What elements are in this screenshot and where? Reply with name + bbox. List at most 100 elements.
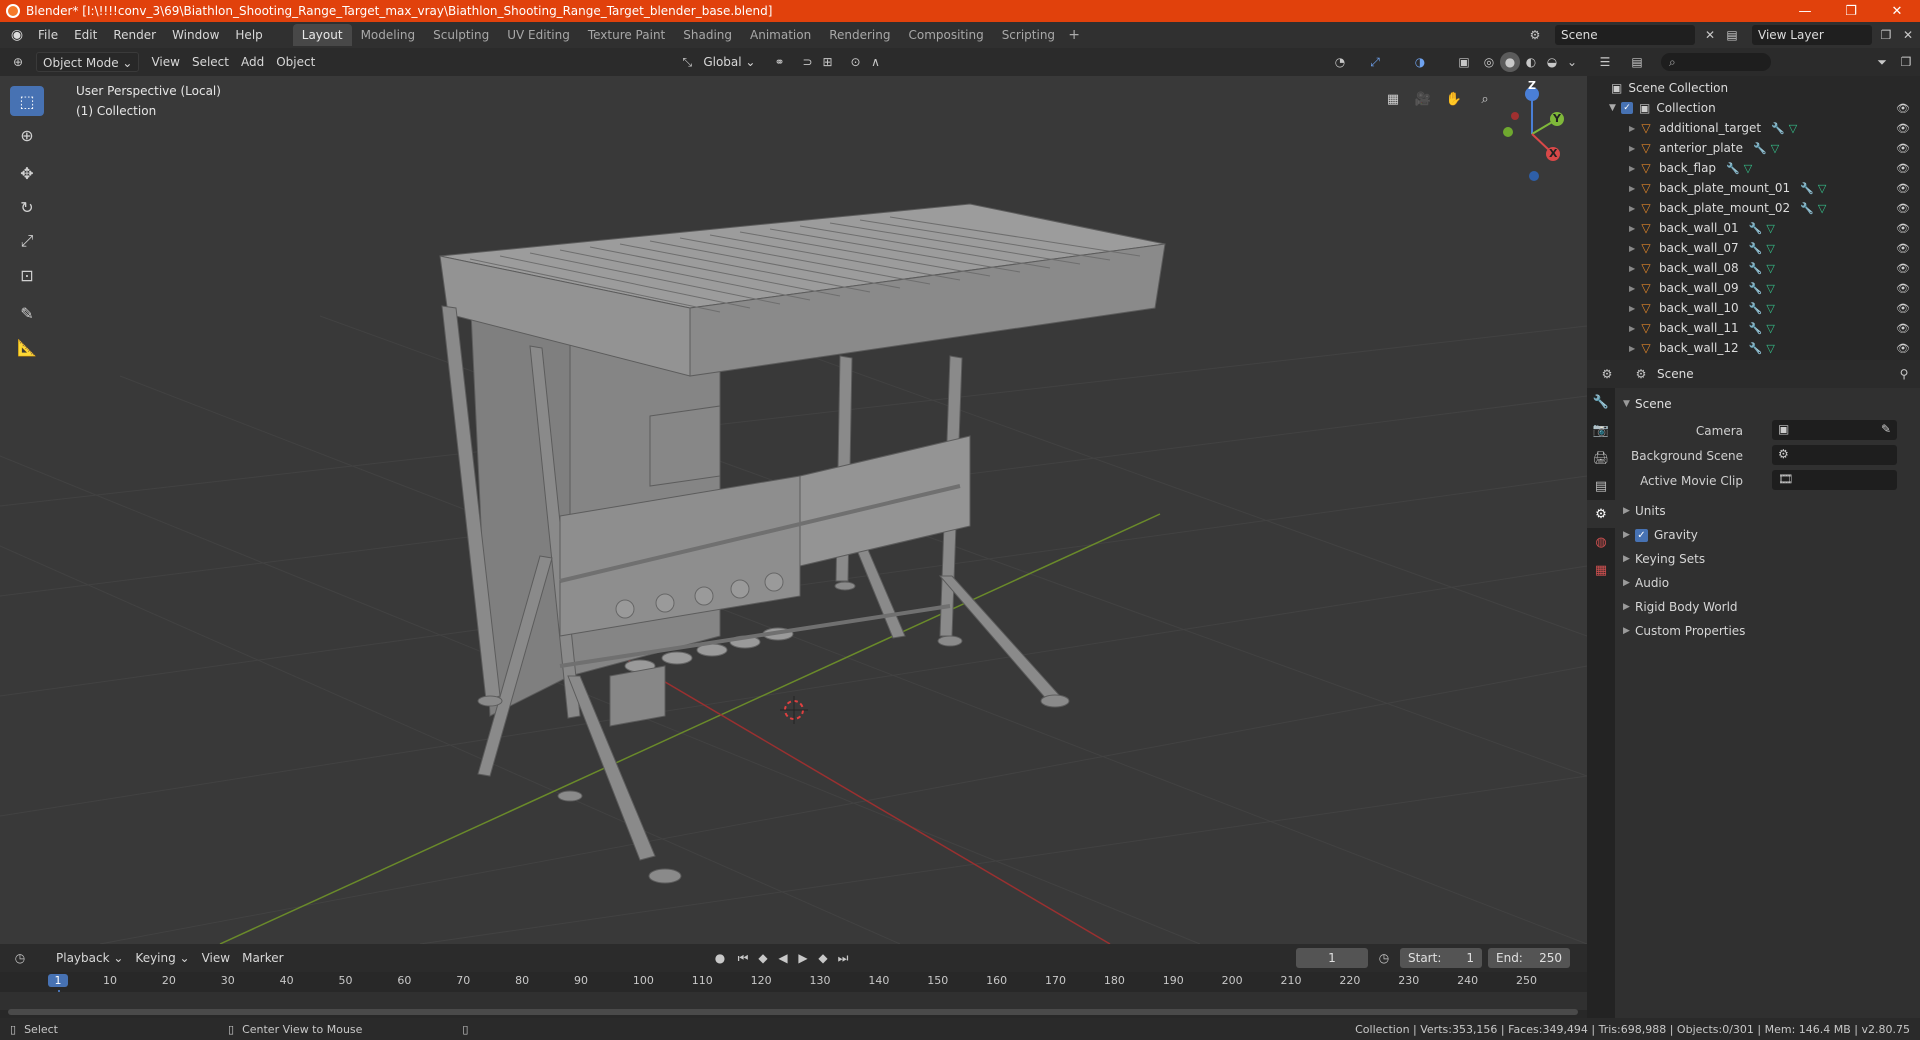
zoom-icon[interactable]: ⌕ bbox=[1472, 86, 1498, 112]
preview-range-icon[interactable]: ◷ bbox=[1374, 948, 1394, 968]
close-icon[interactable]: ✕ bbox=[1898, 25, 1918, 45]
play-icon[interactable]: ▶ bbox=[793, 948, 813, 968]
eye-icon[interactable]: 👁 bbox=[1896, 322, 1910, 335]
outliner-object-row[interactable]: ▶ ▽ anterior_plate 🔧 ▽ 👁 bbox=[1587, 138, 1920, 158]
expand-arrow-icon[interactable]: ▼ bbox=[1609, 103, 1621, 113]
view-layer-tab-icon[interactable]: ▤ bbox=[1587, 472, 1615, 500]
mesh-data-icon[interactable]: ▽ bbox=[1766, 222, 1774, 235]
modifier-wrench-icon[interactable]: 🔧 bbox=[1749, 342, 1763, 355]
menu-help[interactable]: Help bbox=[227, 24, 270, 46]
prev-keyframe-icon[interactable]: ◆ bbox=[753, 948, 773, 968]
expand-arrow-icon[interactable]: ▶ bbox=[1629, 344, 1639, 353]
menu-render[interactable]: Render bbox=[105, 24, 164, 46]
start-frame-field[interactable]: Start: 1 bbox=[1400, 948, 1482, 968]
jump-start-icon[interactable]: ⏮ bbox=[733, 948, 753, 968]
pin-icon[interactable]: ⚲ bbox=[1894, 364, 1914, 384]
expand-arrow-icon[interactable]: ▶ bbox=[1629, 164, 1639, 173]
eye-icon[interactable]: 👁 bbox=[1896, 282, 1910, 295]
expand-arrow-icon[interactable]: ▶ bbox=[1629, 184, 1639, 193]
modifier-wrench-icon[interactable]: 🔧 bbox=[1726, 162, 1740, 175]
mesh-data-icon[interactable]: ▽ bbox=[1766, 302, 1774, 315]
shading-options-icon[interactable]: ⌄ bbox=[1562, 52, 1582, 72]
3d-viewport[interactable]: User Perspective (Local) (1) Collection … bbox=[0, 76, 1587, 944]
menu-window[interactable]: Window bbox=[164, 24, 227, 46]
tab-rendering[interactable]: Rendering bbox=[820, 24, 899, 46]
grid-view-icon[interactable]: ▦ bbox=[1380, 86, 1406, 112]
outliner-object-row[interactable]: ▶ ▽ back_wall_07 🔧 ▽ 👁 bbox=[1587, 238, 1920, 258]
transform-tool-icon[interactable]: ⊡ bbox=[10, 260, 44, 290]
outliner-object-row[interactable]: ▶ ▽ back_wall_09 🔧 ▽ 👁 bbox=[1587, 278, 1920, 298]
tab-animation[interactable]: Animation bbox=[741, 24, 820, 46]
select-box-tool-icon[interactable]: ⬚ bbox=[10, 86, 44, 116]
mesh-data-icon[interactable]: ▽ bbox=[1766, 262, 1774, 275]
custom-properties-panel[interactable]: ▶ Custom Properties bbox=[1623, 620, 1913, 642]
object-mode-dropdown[interactable]: Object Mode ⌄ bbox=[36, 52, 140, 72]
eyedropper-icon[interactable]: ✎ bbox=[1881, 422, 1891, 436]
eye-icon[interactable]: 👁 bbox=[1896, 162, 1910, 175]
menu-object[interactable]: Object bbox=[270, 52, 321, 72]
modifier-wrench-icon[interactable]: 🔧 bbox=[1749, 302, 1763, 315]
overlay-toggle-icon[interactable]: ◑ bbox=[1410, 52, 1430, 72]
minimize-button[interactable]: — bbox=[1782, 0, 1828, 22]
marker-menu[interactable]: Marker bbox=[236, 948, 289, 968]
world-tab-icon[interactable]: ◍ bbox=[1587, 528, 1615, 556]
modifier-wrench-icon[interactable]: 🔧 bbox=[1749, 242, 1763, 255]
new-collection-icon[interactable]: ❐ bbox=[1896, 52, 1916, 72]
mesh-data-icon[interactable]: ▽ bbox=[1766, 342, 1774, 355]
blender-logo-icon[interactable]: ◉ bbox=[4, 22, 30, 48]
timeline-track[interactable] bbox=[0, 992, 1587, 1010]
expand-arrow-icon[interactable]: ▶ bbox=[1629, 124, 1639, 133]
tab-scripting[interactable]: Scripting bbox=[993, 24, 1064, 46]
eye-icon[interactable]: 👁 bbox=[1896, 342, 1910, 355]
timeline-editor-icon[interactable]: ◷ bbox=[10, 948, 30, 968]
display-mode-icon[interactable]: ▤ bbox=[1627, 52, 1647, 72]
navigation-gizmo[interactable] bbox=[1503, 87, 1564, 181]
visibility-icon[interactable]: ◔ bbox=[1330, 52, 1350, 72]
jump-end-icon[interactable]: ⏭ bbox=[833, 948, 853, 968]
playback-menu[interactable]: Playback ⌄ bbox=[50, 948, 129, 968]
tab-uv-editing[interactable]: UV Editing bbox=[498, 24, 579, 46]
audio-panel[interactable]: ▶ Audio bbox=[1623, 572, 1913, 594]
mesh-data-icon[interactable]: ▽ bbox=[1771, 142, 1779, 155]
active-movie-clip-field[interactable]: 🎞 bbox=[1772, 470, 1897, 490]
camera-view-icon[interactable]: 🎥 bbox=[1410, 86, 1436, 112]
units-panel[interactable]: ▶ Units bbox=[1623, 500, 1913, 522]
move-tool-icon[interactable]: ✥ bbox=[10, 158, 44, 188]
mesh-data-icon[interactable]: ▽ bbox=[1744, 162, 1752, 175]
scene-selector[interactable]: Scene bbox=[1555, 25, 1695, 45]
outliner-object-row[interactable]: ▶ ▽ back_plate_mount_01 🔧 ▽ 👁 bbox=[1587, 178, 1920, 198]
pivot-point-icon[interactable]: ⚭ bbox=[769, 52, 789, 72]
modifier-wrench-icon[interactable]: 🔧 bbox=[1749, 282, 1763, 295]
filter-icon[interactable]: ⏷ bbox=[1872, 52, 1892, 72]
close-icon[interactable]: ✕ bbox=[1700, 25, 1720, 45]
eye-icon[interactable]: 👁 bbox=[1896, 122, 1910, 135]
menu-view[interactable]: View bbox=[145, 52, 185, 72]
annotate-tool-icon[interactable]: ✎ bbox=[10, 298, 44, 328]
scene-tab-icon[interactable]: ⚙ bbox=[1587, 500, 1615, 528]
expand-arrow-icon[interactable]: ▶ bbox=[1629, 304, 1639, 313]
pan-hand-icon[interactable]: ✋ bbox=[1441, 86, 1467, 112]
outliner-object-row[interactable]: ▶ ▽ back_wall_10 🔧 ▽ 👁 bbox=[1587, 298, 1920, 318]
rendered-shading-icon[interactable]: ◒ bbox=[1542, 52, 1562, 72]
outliner-object-row[interactable]: ▶ ▽ back_wall_12 🔧 ▽ 👁 bbox=[1587, 338, 1920, 358]
wireframe-shading-icon[interactable]: ◎ bbox=[1479, 52, 1499, 72]
view-layer-selector[interactable]: View Layer bbox=[1752, 25, 1872, 45]
checkbox-icon[interactable]: ✓ bbox=[1621, 102, 1633, 114]
falloff-icon[interactable]: ∧ bbox=[865, 52, 885, 72]
eye-icon[interactable]: 👁 bbox=[1896, 142, 1910, 155]
tab-texture-paint[interactable]: Texture Paint bbox=[579, 24, 674, 46]
timeline-view-menu[interactable]: View bbox=[196, 948, 236, 968]
render-tab-icon[interactable]: 📷 bbox=[1587, 416, 1615, 444]
properties-editor-icon[interactable]: ⚙ bbox=[1597, 364, 1617, 384]
eye-icon[interactable]: 👁 bbox=[1896, 262, 1910, 275]
modifier-wrench-icon[interactable]: 🔧 bbox=[1800, 202, 1814, 215]
modifier-wrench-icon[interactable]: 🔧 bbox=[1771, 122, 1785, 135]
outliner-object-row[interactable]: ▶ ▽ back_wall_01 🔧 ▽ 👁 bbox=[1587, 218, 1920, 238]
current-frame-field[interactable]: 1 bbox=[1296, 948, 1368, 968]
outliner-editor-icon[interactable]: ☰ bbox=[1595, 52, 1615, 72]
snap-icon[interactable]: ⊃ bbox=[797, 52, 817, 72]
outliner-object-row[interactable]: ▶ ▽ back_plate_mount_02 🔧 ▽ 👁 bbox=[1587, 198, 1920, 218]
scene-icon[interactable]: ⚙ bbox=[1525, 25, 1545, 45]
xray-icon[interactable]: ▣ bbox=[1454, 52, 1474, 72]
outliner-object-row[interactable]: ▶ ▽ back_wall_08 🔧 ▽ 👁 bbox=[1587, 258, 1920, 278]
